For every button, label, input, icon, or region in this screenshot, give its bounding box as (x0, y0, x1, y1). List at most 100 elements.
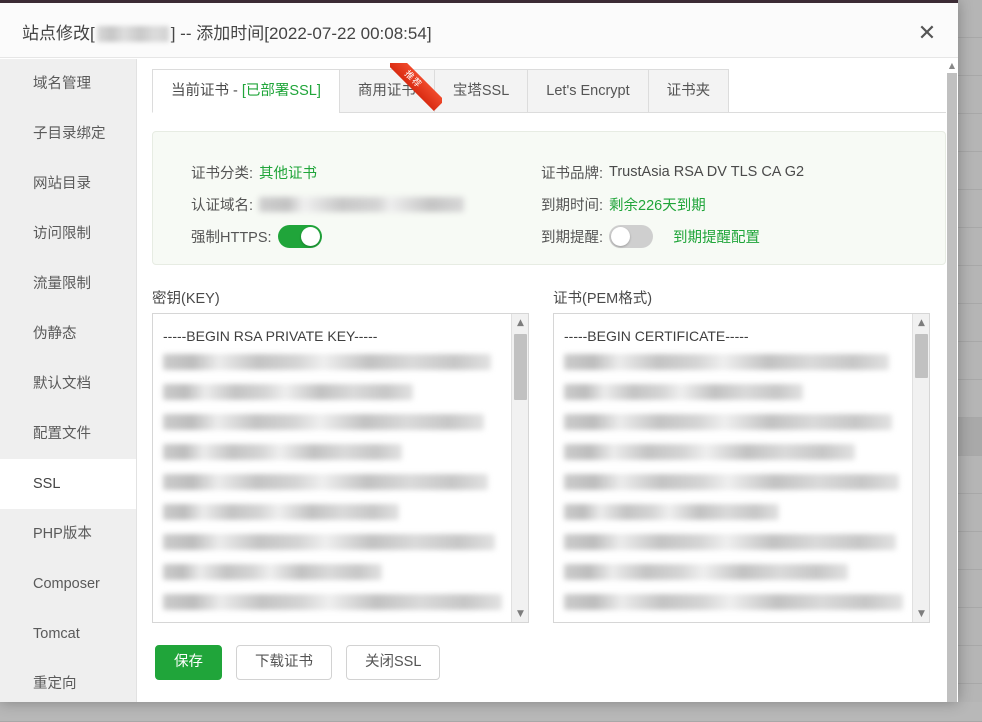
cert-type-row: 证书分类: 其他证书 (191, 156, 464, 188)
cert-textarea[interactable]: -----BEGIN CERTIFICATE----- ▲ ▼ (553, 313, 930, 623)
force-https-label: 强制HTTPS: (191, 226, 272, 247)
redacted-pem-line (163, 594, 505, 622)
title-timestamp: 2022-07-22 00:08:54 (269, 24, 427, 43)
sidebar-item-11[interactable]: Tomcat (0, 609, 136, 659)
redaction-blur (163, 354, 491, 370)
title-middle: ] -- 添加时间[ (171, 24, 269, 43)
sidebar-item-label: Composer (33, 576, 100, 592)
expire-reminder-config-link[interactable]: 到期提醒配置 (673, 226, 760, 247)
expire-reminder-label: 到期提醒: (541, 226, 603, 247)
redacted-pem-line (564, 384, 906, 414)
tab-1[interactable]: 商用证书推荐 (339, 69, 434, 113)
redaction-blur (163, 564, 382, 580)
sidebar-item-label: SSL (33, 476, 60, 492)
modal-scroll-thumb[interactable] (947, 73, 957, 702)
tab-label: Let's Encrypt (546, 83, 629, 99)
key-textarea[interactable]: -----BEGIN RSA PRIVATE KEY----- ▲ ▼ (152, 313, 529, 623)
action-button-0[interactable]: 保存 (155, 645, 222, 680)
sidebar-item-6[interactable]: 默认文档 (0, 359, 136, 409)
redacted-pem-line (163, 474, 505, 504)
sidebar-item-8[interactable]: SSL (0, 459, 136, 509)
sidebar-item-label: 配置文件 (33, 426, 91, 442)
force-https-toggle[interactable] (278, 225, 322, 248)
redacted-pem-line (564, 534, 906, 564)
sidebar-item-3[interactable]: 访问限制 (0, 209, 136, 259)
action-button-label: 下载证书 (255, 654, 313, 670)
tab-status-text: [已部署SSL] (242, 83, 321, 99)
sidebar-item-label: PHP版本 (33, 526, 92, 542)
redaction-blur (163, 534, 495, 550)
cert-brand-value: TrustAsia RSA DV TLS CA G2 (609, 164, 804, 180)
modal-content: 当前证书 - [已部署SSL]商用证书推荐宝塔SSLLet's Encrypt证… (138, 59, 946, 702)
cert-textarea-scrollbar[interactable]: ▲ ▼ (912, 314, 929, 622)
cert-domain-label: 认证域名: (191, 194, 253, 215)
modal-scrollbar[interactable]: ▲ (946, 59, 958, 702)
sidebar-item-0[interactable]: 域名管理 (0, 59, 136, 109)
redaction-blur (564, 564, 848, 580)
scroll-down-icon[interactable]: ▼ (913, 605, 930, 622)
expire-reminder-toggle[interactable] (609, 225, 653, 248)
info-column-left: 证书分类: 其他证书 认证域名: 强制HTTPS: (191, 156, 464, 252)
tab-label: 证书夹 (667, 83, 711, 99)
sidebar-item-1[interactable]: 子目录绑定 (0, 109, 136, 159)
tab-2[interactable]: 宝塔SSL (434, 69, 527, 113)
redaction-blur (564, 354, 889, 370)
scroll-down-icon[interactable]: ▼ (512, 605, 529, 622)
tab-0[interactable]: 当前证书 - [已部署SSL] (152, 69, 339, 113)
scroll-up-icon[interactable]: ▲ (913, 314, 930, 331)
sidebar-item-2[interactable]: 网站目录 (0, 159, 136, 209)
redacted-pem-line (564, 414, 906, 444)
redacted-pem-line (564, 354, 906, 384)
pem-header-line: -----BEGIN CERTIFICATE----- (564, 324, 906, 354)
scroll-thumb[interactable] (514, 334, 527, 400)
modal-titlebar: 站点修改[] -- 添加时间[2022-07-22 00:08:54] ✕ (0, 3, 958, 58)
sidebar-item-9[interactable]: PHP版本 (0, 509, 136, 559)
tab-3[interactable]: Let's Encrypt (527, 69, 647, 113)
close-icon[interactable]: ✕ (912, 19, 942, 49)
sidebar-item-label: 访问限制 (33, 226, 91, 242)
sidebar-item-7[interactable]: 配置文件 (0, 409, 136, 459)
action-button-row: 保存 下载证书 关闭SSL (155, 645, 440, 680)
redacted-pem-line (163, 384, 505, 414)
redaction-blur (163, 504, 399, 520)
cert-expire-value: 剩余226天到期 (609, 194, 706, 215)
site-edit-modal: 站点修改[] -- 添加时间[2022-07-22 00:08:54] ✕ 域名… (0, 0, 958, 702)
cert-expire-label: 到期时间: (541, 194, 603, 215)
sidebar-item-label: 默认文档 (33, 376, 91, 392)
redacted-pem-line (564, 564, 906, 594)
redaction-blur (163, 384, 413, 400)
sidebar-item-5[interactable]: 伪静态 (0, 309, 136, 359)
expire-reminder-row: 到期提醒: 到期提醒配置 (541, 220, 804, 252)
redacted-pem-line (163, 444, 505, 474)
sidebar-item-12[interactable]: 重定向 (0, 659, 136, 702)
scroll-thumb[interactable] (915, 334, 928, 378)
action-button-1[interactable]: 下载证书 (236, 645, 332, 680)
force-https-row: 强制HTTPS: (191, 220, 464, 252)
sidebar-item-10[interactable]: Composer (0, 559, 136, 609)
cert-textarea-label: 证书(PEM格式) (553, 287, 652, 308)
cert-expire-row: 到期时间: 剩余226天到期 (541, 188, 804, 220)
sidebar-item-4[interactable]: 流量限制 (0, 259, 136, 309)
key-textarea-scrollbar[interactable]: ▲ ▼ (511, 314, 528, 622)
redacted-pem-line (564, 444, 906, 474)
scroll-up-icon[interactable]: ▲ (512, 314, 529, 331)
redaction-blur (564, 384, 803, 400)
redacted-pem-line (163, 504, 505, 534)
title-prefix: 站点修改[ (22, 24, 95, 43)
sidebar-item-label: 重定向 (33, 676, 77, 692)
ssl-tab-bar: 当前证书 - [已部署SSL]商用证书推荐宝塔SSLLet's Encrypt证… (152, 69, 946, 113)
redaction-blur (163, 414, 484, 430)
page-title: 站点修改[] -- 添加时间[2022-07-22 00:08:54] (22, 19, 432, 44)
tab-4[interactable]: 证书夹 (648, 69, 730, 113)
redaction-blur (564, 414, 892, 430)
tab-label: 当前证书 - (171, 83, 242, 99)
sidebar-item-label: Tomcat (33, 626, 80, 642)
modal-scroll-up-icon[interactable]: ▲ (946, 59, 958, 72)
action-button-2[interactable]: 关闭SSL (346, 645, 440, 680)
redaction-blur (564, 534, 896, 550)
redacted-pem-line (564, 504, 906, 534)
modal-sidebar: 域名管理子目录绑定网站目录访问限制流量限制伪静态默认文档配置文件 SSL PHP版本… (0, 59, 137, 702)
sidebar-item-label: 网站目录 (33, 176, 91, 192)
cert-domain-row: 认证域名: (191, 188, 464, 220)
redaction-blur (163, 444, 402, 460)
